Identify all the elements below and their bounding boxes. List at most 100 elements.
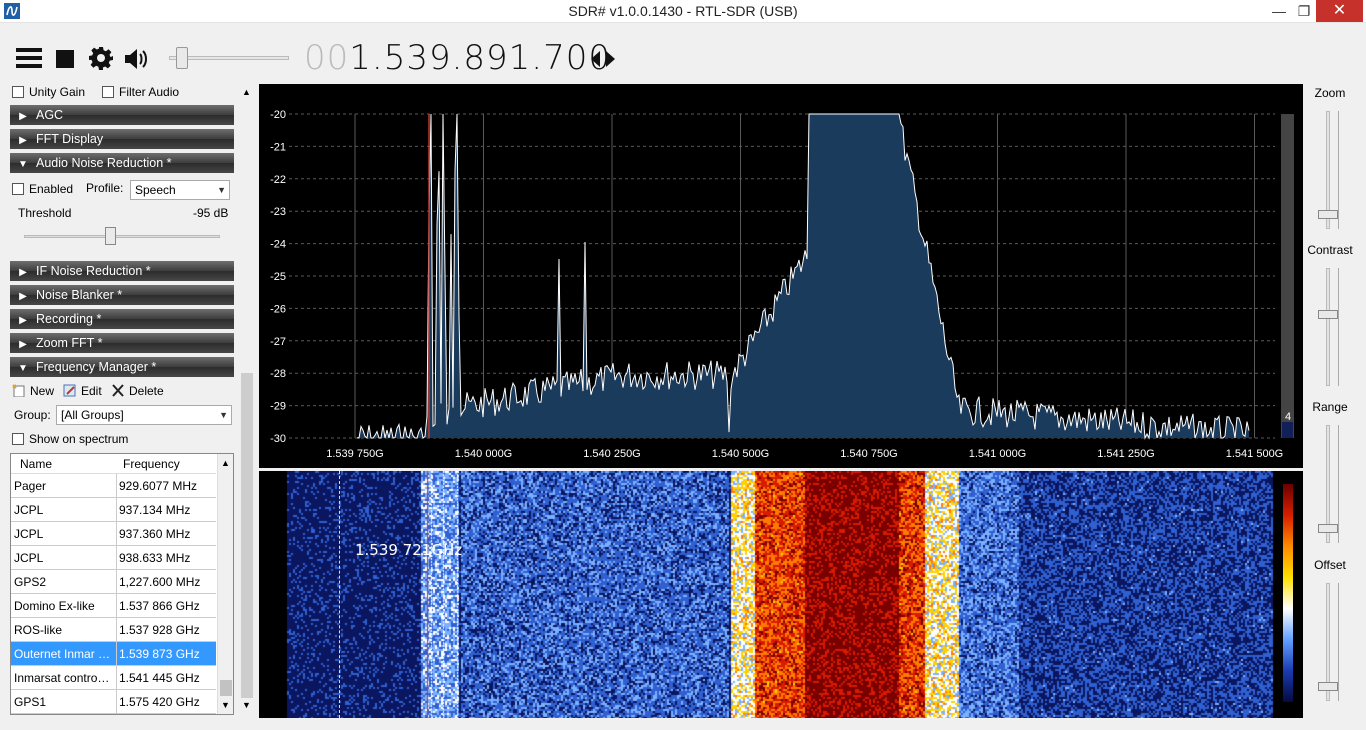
table-scrollbar[interactable]: ▲ ▼: [217, 454, 233, 714]
window-title: SDR# v1.0.0.1430 - RTL-SDR (USB): [568, 3, 798, 19]
show-on-spectrum-checkbox[interactable]: Show on spectrum: [12, 431, 128, 447]
section-title: Noise Blanker *: [36, 288, 123, 302]
maximize-button[interactable]: ❐: [1292, 0, 1316, 22]
y-tick-label: -24: [270, 239, 286, 251]
contrast-slider[interactable]: [1326, 268, 1330, 386]
row-name: GPS2: [14, 575, 47, 589]
row-name: JCPL: [14, 527, 44, 541]
table-row[interactable]: JCPL 937.134 MHz: [11, 498, 216, 522]
section-noise-blanker[interactable]: ▶ Noise Blanker *: [10, 285, 234, 305]
scroll-up-icon[interactable]: ▲: [242, 87, 251, 97]
scroll-down-icon[interactable]: ▼: [221, 700, 230, 710]
close-button[interactable]: ✕: [1316, 0, 1363, 22]
y-tick-label: -22: [270, 174, 286, 186]
waterfall-color-scale: [1283, 484, 1293, 702]
threshold-slider[interactable]: [24, 226, 220, 248]
offset-slider-thumb[interactable]: [1318, 682, 1338, 691]
panel-scrollbar-thumb[interactable]: [241, 373, 253, 698]
scroll-down-icon[interactable]: ▼: [242, 700, 251, 710]
tune-arrows-icon[interactable]: [590, 50, 616, 68]
checkbox-box[interactable]: [12, 182, 24, 195]
frequency-display[interactable]: 001.539.891.700: [304, 38, 611, 78]
edit-button[interactable]: Edit: [63, 384, 102, 398]
offset-label: Offset: [1314, 558, 1346, 572]
frequency-leading-zeros[interactable]: 00: [304, 38, 349, 78]
table-row[interactable]: Outernet Inmar 4F... 1.539 873 GHz: [11, 642, 216, 666]
range-label: Range: [1312, 400, 1348, 414]
section-title: Audio Noise Reduction *: [36, 156, 172, 170]
unity-gain-checkbox[interactable]: Unity Gain: [12, 84, 85, 100]
table-row[interactable]: Domino Ex-like 1.537 866 GHz: [11, 594, 216, 618]
column-header-frequency[interactable]: Frequency: [123, 457, 180, 471]
spectrum-fill: [357, 114, 1249, 438]
range-slider-thumb[interactable]: [1318, 524, 1338, 533]
group-label: Group:: [14, 408, 51, 422]
stop-icon[interactable]: [56, 50, 74, 68]
delete-button[interactable]: Delete: [111, 384, 164, 398]
contrast-label: Contrast: [1307, 243, 1353, 257]
section-if-noise-reduction[interactable]: ▶ IF Noise Reduction *: [10, 261, 234, 281]
scroll-up-icon[interactable]: ▲: [221, 458, 230, 468]
row-frequency: 1.541 445 GHz: [116, 666, 216, 690]
section-audio-noise-reduction[interactable]: ▼ Audio Noise Reduction *: [10, 153, 234, 173]
table-header: Name Frequency: [11, 454, 216, 474]
contrast-slider-thumb[interactable]: [1318, 309, 1338, 319]
waterfall-display[interactable]: 1.539 721GHz: [259, 471, 1303, 718]
checkbox-box[interactable]: [102, 85, 114, 98]
table-row[interactable]: JCPL 938.633 MHz: [11, 546, 216, 570]
threshold-slider-thumb[interactable]: [105, 227, 117, 245]
column-header-name[interactable]: Name: [20, 457, 52, 471]
section-zoom-fft[interactable]: ▶ Zoom FFT *: [10, 333, 234, 353]
checkbox-box[interactable]: [12, 85, 24, 98]
table-row[interactable]: GPS2 1,227.600 MHz: [11, 570, 216, 594]
table-row[interactable]: GPS1 1.575 420 GHz: [11, 690, 216, 714]
table-scrollbar-thumb[interactable]: [220, 680, 232, 696]
section-title: Recording *: [36, 312, 102, 326]
frequency-manager-toolbar: New Edit Delete: [10, 382, 234, 402]
zoom-slider-thumb[interactable]: [1318, 210, 1338, 219]
profile-select[interactable]: Speech ▼: [130, 180, 230, 200]
table-row[interactable]: Pager 929.6077 MHz: [11, 474, 216, 498]
section-title: AGC: [36, 108, 64, 122]
menu-icon[interactable]: [16, 48, 42, 68]
volume-slider[interactable]: [165, 45, 293, 71]
nr-enabled-checkbox[interactable]: Enabled: [12, 181, 73, 197]
spectrum-x-axis: 1.539 750G 1.540 000G 1.540 250G 1.540 500G…: [326, 448, 1283, 460]
gear-icon[interactable]: [89, 46, 113, 70]
checkbox-box[interactable]: [12, 432, 24, 445]
frequency-value[interactable]: 1.539.891.700: [349, 38, 611, 78]
y-tick-label: -25: [270, 271, 286, 283]
waterfall-cursor-line[interactable]: [339, 471, 340, 718]
table-row[interactable]: JCPL 937.360 MHz: [11, 522, 216, 546]
x-tick-label: 1.540 750G: [840, 448, 898, 460]
section-recording[interactable]: ▶ Recording *: [10, 309, 234, 329]
y-tick-label: -20: [270, 109, 286, 121]
panel-scrollbar[interactable]: ▲ ▼: [238, 83, 256, 715]
collapse-arrow-icon: ▼: [18, 363, 28, 374]
threshold-value: -95 dB: [193, 206, 229, 220]
y-tick-label: -28: [270, 368, 286, 380]
y-tick-label: -21: [270, 141, 286, 153]
new-button[interactable]: New: [12, 384, 54, 398]
section-fft-display[interactable]: ▶ FFT Display: [10, 129, 234, 149]
table-row[interactable]: ROS-like 1.537 928 GHz: [11, 618, 216, 642]
x-tick-label: 1.540 500G: [712, 448, 770, 460]
section-title: FFT Display: [36, 132, 104, 146]
expand-arrow-icon: ▶: [19, 111, 27, 122]
filter-audio-checkbox[interactable]: Filter Audio: [102, 84, 179, 100]
waterfall-cursor-label: 1.539 721GHz: [355, 541, 463, 559]
group-select[interactable]: [All Groups] ▼: [56, 405, 232, 425]
minimize-button[interactable]: —: [1266, 0, 1292, 22]
section-frequency-manager[interactable]: ▼ Frequency Manager *: [10, 357, 234, 377]
y-tick-label: -27: [270, 336, 286, 348]
chevron-down-icon: ▼: [219, 410, 228, 420]
table-row[interactable]: Inmarsat control c... 1.541 445 GHz: [11, 666, 216, 690]
frequency-table: Name Frequency Pager 929.6077 MHz JCPL 937.…: [10, 453, 234, 715]
row-frequency: 1,227.600 MHz: [116, 570, 216, 594]
spectrum-analyzer[interactable]: -20 -21 -22 -23 -24 -25 -26 -27 -28 -29 -30 1.539 …: [259, 84, 1303, 468]
section-agc[interactable]: ▶ AGC: [10, 105, 234, 125]
volume-slider-thumb[interactable]: [175, 47, 188, 69]
row-name: Inmarsat control c...: [14, 671, 112, 685]
speaker-icon[interactable]: [124, 47, 150, 71]
row-frequency: 929.6077 MHz: [116, 474, 216, 498]
